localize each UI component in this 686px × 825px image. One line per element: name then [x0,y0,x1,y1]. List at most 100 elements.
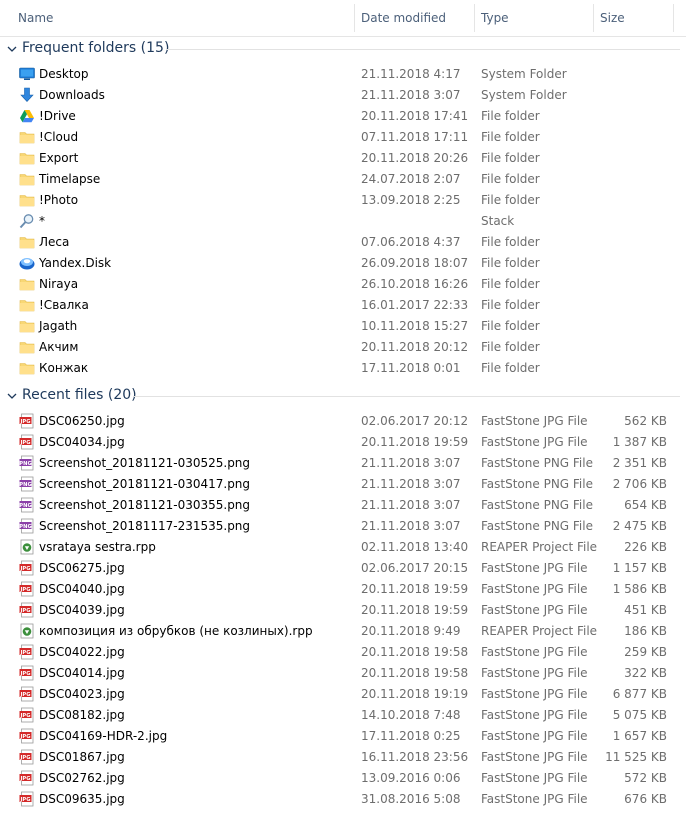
chevron-down-icon[interactable] [6,390,18,402]
item-name: DSC04169-HDR-2.jpg [39,729,168,743]
group-title: Frequent folders (15) [22,40,170,56]
column-header-size[interactable]: Size [594,0,674,36]
column-header-type[interactable]: Type [475,0,593,36]
item-date-modified: 21.11.2018 4:17 [361,67,461,81]
item-date-modified: 21.11.2018 3:07 [361,498,461,512]
item-size: 1 387 KB [612,435,667,449]
file-item[interactable]: PNG Screenshot_20181121-030417.png 21.11.2… [0,474,686,495]
folder-item[interactable]: Акчим 20.11.2018 20:12 File folder [0,337,686,358]
jpg-file-icon: JPG [19,602,35,618]
column-header-date[interactable]: Date modified [355,0,475,36]
google-drive-icon [19,108,35,124]
file-item[interactable]: JPG DSC04034.jpg 20.11.2018 19:59 FastStone… [0,432,686,453]
folder-item[interactable]: Yandex.Disk 26.09.2018 18:07 File folder [0,253,686,274]
jpg-file-icon: JPG [19,413,35,429]
item-size: 5 075 KB [612,708,667,722]
item-size: 186 KB [624,624,667,638]
file-item[interactable]: vsrataya sestra.rpp 02.11.2018 13:40 REAPE… [0,537,686,558]
folder-item[interactable]: Desktop 21.11.2018 4:17 System Folder [0,64,686,85]
item-size: 654 KB [624,498,667,512]
search-icon [19,213,35,229]
file-item[interactable]: JPG DSC04040.jpg 20.11.2018 19:59 FastStone… [0,579,686,600]
file-item[interactable]: JPG DSC04023.jpg 20.11.2018 19:19 FastStone… [0,684,686,705]
file-item[interactable]: JPG DSC06250.jpg 02.06.2017 20:12 FastStone… [0,411,686,432]
item-date-modified: 20.11.2018 17:41 [361,109,469,123]
folder-item[interactable]: Jagath 10.11.2018 15:27 File folder [0,316,686,337]
item-name: DSC01867.jpg [39,750,125,764]
item-type: FastStone JPG File [481,708,588,722]
folder-item[interactable]: Леса 07.06.2018 4:37 File folder [0,232,686,253]
item-name: Screenshot_20181121-030417.png [39,477,251,491]
folder-icon [19,192,35,208]
file-item[interactable]: JPG DSC06275.jpg 02.06.2017 20:15 FastStone… [0,558,686,579]
item-type: FastStone JPG File [481,582,588,596]
item-date-modified: 31.08.2016 5:08 [361,792,461,806]
item-name: vsrataya sestra.rpp [39,540,156,554]
file-item[interactable]: PNG Screenshot_20181121-030355.png 21.11.2… [0,495,686,516]
column-divider[interactable] [673,4,674,32]
item-name: !Drive [39,109,76,123]
jpg-file-icon: JPG [19,749,35,765]
jpg-file-icon: JPG [19,581,35,597]
item-type: FastStone JPG File [481,414,588,428]
file-item[interactable]: JPG DSC04022.jpg 20.11.2018 19:58 FastStone… [0,642,686,663]
folder-item[interactable]: Timelapse 24.07.2018 2:07 File folder [0,169,686,190]
item-type: File folder [481,298,540,312]
file-item[interactable]: JPG DSC08182.jpg 14.10.2018 7:48 FastStone … [0,705,686,726]
item-date-modified: 20.11.2018 19:59 [361,603,469,617]
item-name: DSC06250.jpg [39,414,125,428]
svg-text:PNG: PNG [19,482,31,488]
file-item[interactable]: JPG DSC09635.jpg 31.08.2016 5:08 FastStone … [0,789,686,810]
folder-icon [19,318,35,334]
item-size: 322 KB [624,666,667,680]
file-item[interactable]: PNG Screenshot_20181121-030525.png 21.11.2… [0,453,686,474]
item-type: File folder [481,193,540,207]
folder-item[interactable]: Niraya 26.10.2018 16:26 File folder [0,274,686,295]
item-date-modified: 07.11.2018 17:11 [361,130,469,144]
folder-item[interactable]: * Stack [0,211,686,232]
item-type: File folder [481,130,540,144]
column-header-name[interactable]: Name [12,0,355,36]
item-date-modified: 13.09.2018 2:25 [361,193,461,207]
group-header-frequent[interactable]: Frequent folders (15) [0,38,686,60]
item-date-modified: 26.09.2018 18:07 [361,256,469,270]
item-size: 562 KB [624,414,667,428]
folder-item[interactable]: Export 20.11.2018 20:26 File folder [0,148,686,169]
file-item[interactable]: композиция из обрубков (не козлиных).rpp… [0,621,686,642]
folder-item[interactable]: !Photo 13.09.2018 2:25 File folder [0,190,686,211]
file-item[interactable]: JPG DSC04014.jpg 20.11.2018 19:58 FastStone… [0,663,686,684]
item-name: Screenshot_20181117-231535.png [39,519,251,533]
item-type: FastStone JPG File [481,435,588,449]
item-name: Леса [39,235,70,249]
folder-item[interactable]: !Cloud 07.11.2018 17:11 File folder [0,127,686,148]
folder-item[interactable]: !Свалка 16.01.2017 22:33 File folder [0,295,686,316]
item-date-modified: 24.07.2018 2:07 [361,172,461,186]
folder-item[interactable]: Конжак 17.11.2018 0:01 File folder [0,358,686,379]
item-name: Yandex.Disk [39,256,112,270]
file-item[interactable]: JPG DSC04169-HDR-2.jpg 17.11.2018 0:25 Fast… [0,726,686,747]
item-type: FastStone PNG File [481,477,593,491]
item-date-modified: 14.10.2018 7:48 [361,708,461,722]
item-name: DSC02762.jpg [39,771,125,785]
item-size: 2 475 KB [612,519,667,533]
item-size: 2 351 KB [612,456,667,470]
jpg-file-icon: JPG [19,686,35,702]
group-header-recent[interactable]: Recent files (20) [0,385,686,407]
item-name: DSC08182.jpg [39,708,125,722]
item-date-modified: 21.11.2018 3:07 [361,477,461,491]
file-item[interactable]: PNG Screenshot_20181117-231535.png 21.11.2… [0,516,686,537]
item-name: Downloads [39,88,105,102]
chevron-down-icon[interactable] [6,43,18,55]
item-size: 1 157 KB [612,561,667,575]
file-item[interactable]: JPG DSC02762.jpg 13.09.2016 0:06 FastStone … [0,768,686,789]
item-type: FastStone JPG File [481,771,588,785]
item-type: File folder [481,361,540,375]
item-date-modified: 17.11.2018 0:01 [361,361,461,375]
file-item[interactable]: JPG DSC01867.jpg 16.11.2018 23:56 FastStone… [0,747,686,768]
folder-item[interactable]: Downloads 21.11.2018 3:07 System Folder [0,85,686,106]
file-item[interactable]: JPG DSC04039.jpg 20.11.2018 19:59 FastStone… [0,600,686,621]
item-size: 1 657 KB [612,729,667,743]
item-name: Конжак [39,361,89,375]
item-name: Desktop [39,67,89,81]
folder-item[interactable]: !Drive 20.11.2018 17:41 File folder [0,106,686,127]
